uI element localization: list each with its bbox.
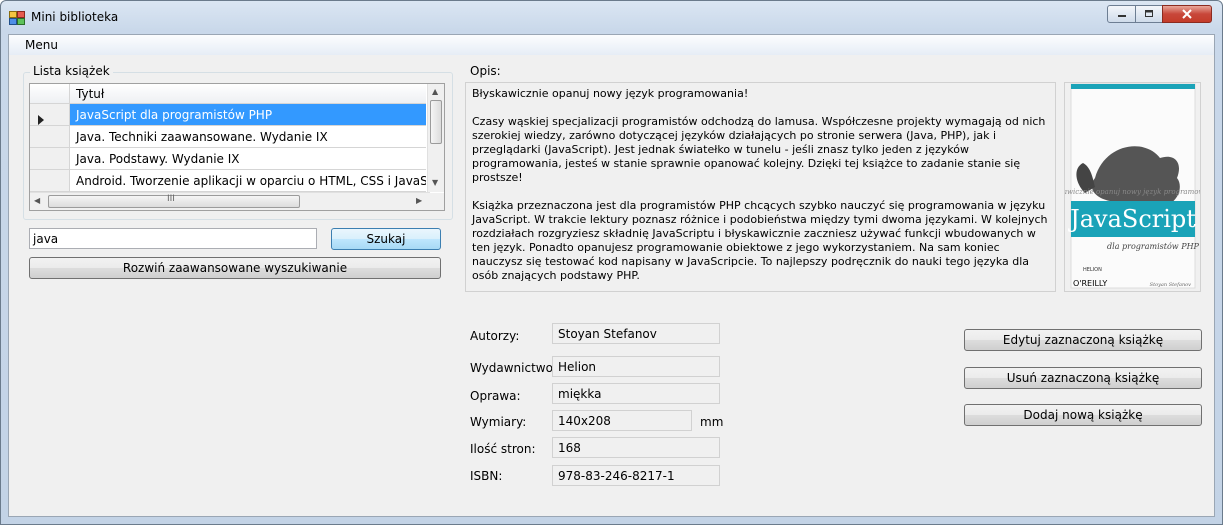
menu-item-menu[interactable]: Menu: [25, 38, 58, 52]
cover-subtitle: dla programistów PHP: [1107, 242, 1200, 251]
add-book-button[interactable]: Dodaj nową książkę: [964, 404, 1202, 426]
books-group-label: Lista książek: [30, 64, 113, 78]
edit-book-button[interactable]: Edytuj zaznaczoną książkę: [964, 329, 1202, 351]
minimize-icon: [1108, 6, 1135, 22]
main-form: Menu Lista książek Tytuł JavaScript dla …: [8, 34, 1222, 517]
scroll-right-icon[interactable]: ▶: [416, 196, 422, 205]
table-row[interactable]: Java. Podstawy. Wydanie IX: [30, 148, 426, 170]
size-field[interactable]: 140x208: [552, 410, 692, 431]
binding-field[interactable]: miękka: [552, 383, 720, 404]
books-grid[interactable]: Tytuł JavaScript dla programistów PHP Ja…: [29, 83, 445, 211]
search-button[interactable]: Szukaj: [331, 228, 441, 250]
title-cell[interactable]: Java. Techniki zaawansowane. Wydanie IX: [70, 126, 426, 148]
book-cover-image: Błyskawicznie opanuj nowy język programo…: [1043, 83, 1222, 291]
vertical-scrollbar[interactable]: ▲ ▼: [427, 84, 444, 192]
title-cell[interactable]: Android. Tworzenie aplikacji w oparciu o…: [70, 170, 426, 192]
isbn-field[interactable]: 978-83-246-8217-1: [552, 465, 720, 486]
cover-tagline: Błyskawicznie opanuj nowy język programo…: [1065, 188, 1200, 196]
scroll-up-icon[interactable]: ▲: [432, 87, 438, 96]
author-label: Autorzy:: [470, 329, 520, 343]
size-unit-label: mm: [700, 415, 724, 429]
pages-label: Ilość stron:: [470, 442, 536, 456]
publisher-label: Wydawnictwo:: [470, 361, 557, 375]
scroll-down-icon[interactable]: ▼: [432, 178, 438, 187]
table-row[interactable]: Android. Tworzenie aplikacji w oparciu o…: [30, 170, 426, 192]
window-title: Mini biblioteka: [31, 10, 119, 24]
isbn-label: ISBN:: [470, 469, 503, 483]
vertical-scroll-thumb[interactable]: [430, 100, 442, 144]
advanced-search-button[interactable]: Rozwiń zaawansowane wyszukiwanie: [29, 257, 441, 279]
cover-publisher2: O'REILLY: [1073, 279, 1107, 288]
title-cell[interactable]: JavaScript dla programistów PHP: [70, 104, 426, 126]
app-window: Mini biblioteka Menu Lista książek Tytuł…: [0, 0, 1223, 525]
close-button[interactable]: [1162, 5, 1212, 23]
scroll-corner: [428, 193, 444, 210]
size-label: Wymiary:: [470, 415, 527, 429]
grid-corner: [30, 84, 70, 104]
horizontal-scrollbar[interactable]: ◀ III ▶: [30, 192, 430, 210]
column-header-title[interactable]: Tytuł: [70, 84, 426, 104]
horizontal-scroll-thumb[interactable]: III: [48, 194, 300, 208]
row-header[interactable]: [30, 170, 70, 192]
maximize-button[interactable]: [1135, 5, 1163, 23]
grid-header: Tytuł: [30, 84, 430, 104]
cover-image-box: Błyskawicznie opanuj nowy język programo…: [1043, 82, 1222, 292]
row-header[interactable]: [30, 126, 70, 148]
search-input[interactable]: java: [29, 228, 317, 249]
cover-publisher: HELION: [1083, 267, 1102, 273]
row-header[interactable]: [30, 148, 70, 170]
publisher-field[interactable]: Helion: [552, 356, 720, 377]
description-label: Opis:: [470, 64, 501, 78]
grip-icon: III: [167, 194, 175, 204]
close-icon: [1163, 6, 1211, 22]
title-cell[interactable]: Java. Podstawy. Wydanie IX: [70, 148, 426, 170]
cover-author: Stoyan Stefanov: [1150, 282, 1192, 288]
menu-bar: Menu: [9, 35, 1214, 55]
cover-title: JavaScript: [1067, 205, 1196, 233]
pages-field[interactable]: 168: [552, 437, 720, 458]
maximize-icon: [1136, 6, 1162, 22]
table-row[interactable]: JavaScript dla programistów PHP: [30, 104, 426, 126]
row-header[interactable]: [30, 104, 70, 126]
minimize-button[interactable]: [1107, 5, 1136, 23]
app-icon: [9, 10, 25, 25]
delete-book-button[interactable]: Usuń zaznaczoną książkę: [964, 367, 1202, 389]
scroll-left-icon[interactable]: ◀: [34, 196, 40, 205]
binding-label: Oprawa:: [470, 389, 521, 403]
author-field[interactable]: Stoyan Stefanov: [552, 323, 720, 344]
title-bar[interactable]: Mini biblioteka: [1, 1, 1222, 34]
description-textbox[interactable]: Błyskawicznie opanuj nowy język programo…: [465, 82, 1056, 292]
table-row[interactable]: Java. Techniki zaawansowane. Wydanie IX: [30, 126, 426, 148]
